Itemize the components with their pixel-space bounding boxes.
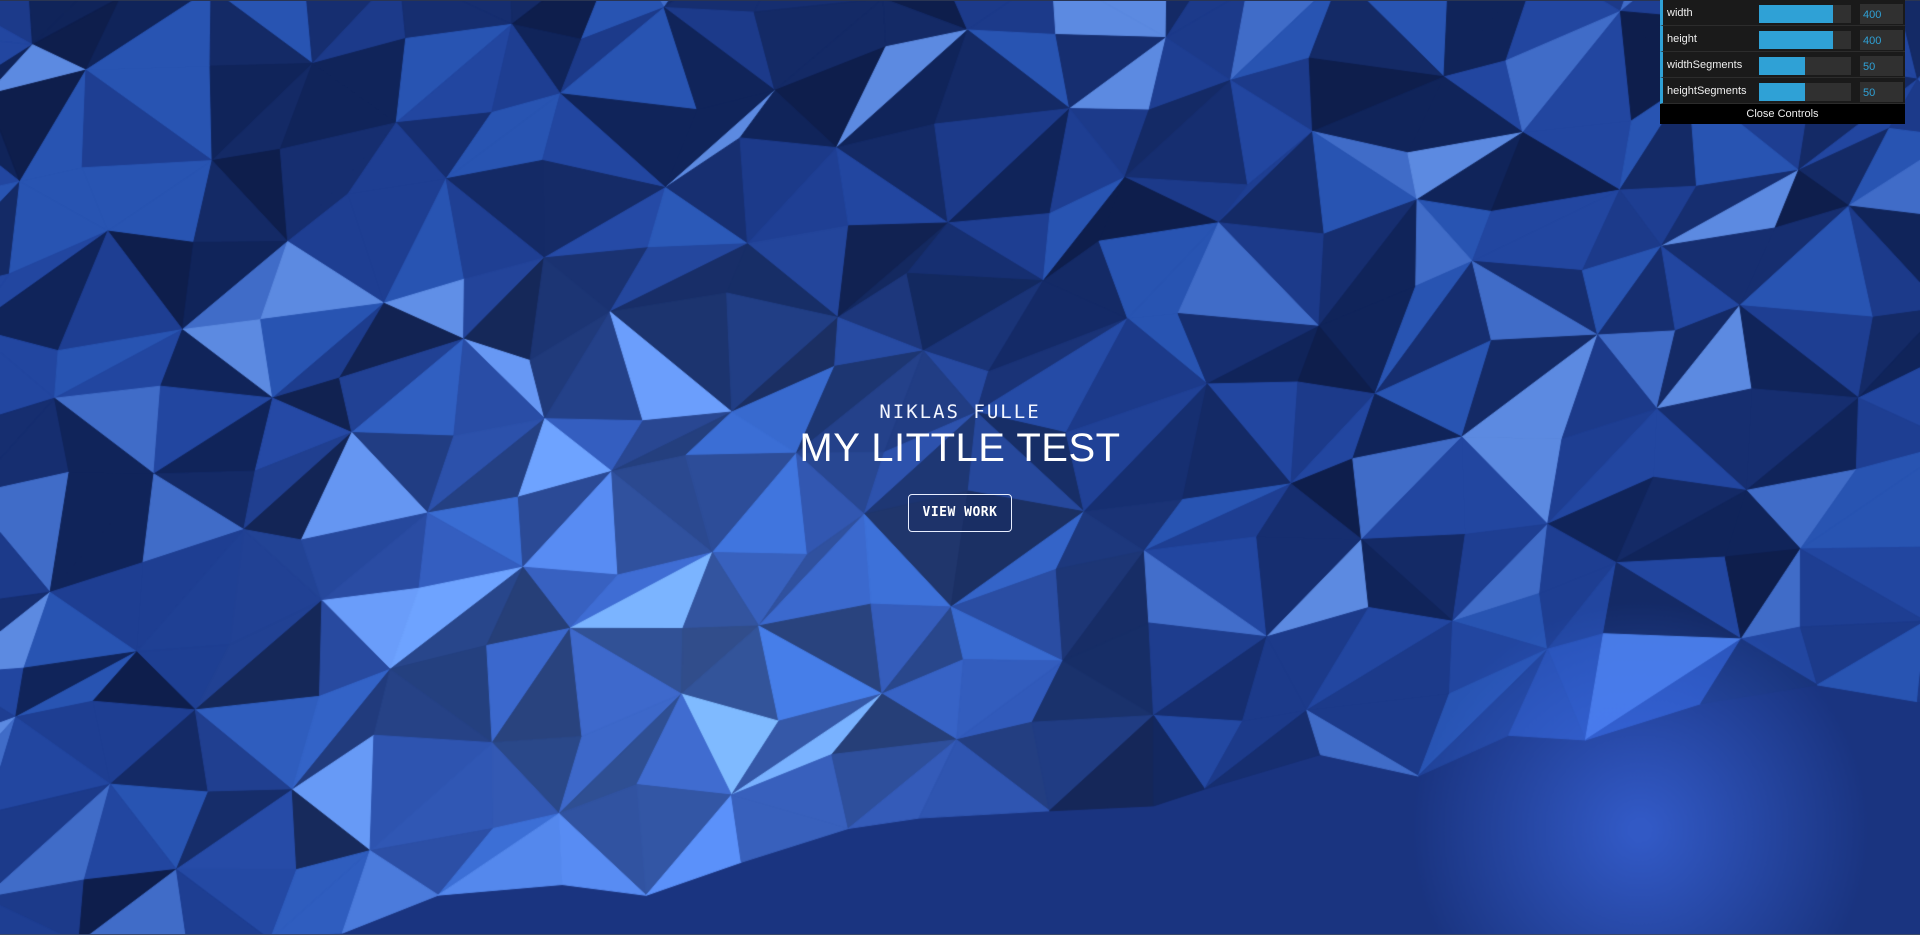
hero-title: MY LITTLE TEST [799,426,1121,470]
control-label: heightSegments [1667,84,1747,97]
controls-panel: width 400 height 400 widthSegments 50 he… [1660,0,1905,124]
control-row-width-segments: widthSegments 50 [1660,52,1905,78]
slider-fill [1759,5,1833,23]
control-row-height: height 400 [1660,26,1905,52]
slider-fill [1759,31,1833,49]
slider-fill [1759,83,1805,101]
slider-fill [1759,57,1805,75]
close-controls-button[interactable]: Close Controls [1660,104,1905,124]
control-row-height-segments: heightSegments 50 [1660,78,1905,104]
control-row-width: width 400 [1660,0,1905,26]
height-segments-value-input[interactable]: 50 [1860,82,1903,102]
height-slider[interactable] [1759,31,1851,49]
height-value-input[interactable]: 400 [1860,30,1903,50]
width-segments-slider[interactable] [1759,57,1851,75]
hero-section: NIKLAS FULLE MY LITTLE TEST VIEW WORK [0,398,1920,532]
width-value-input[interactable]: 400 [1860,4,1903,24]
height-segments-slider[interactable] [1759,83,1851,101]
width-segments-value-input[interactable]: 50 [1860,56,1903,76]
control-label: width [1667,6,1693,19]
hero-subtitle: NIKLAS FULLE [879,401,1041,423]
control-label: widthSegments [1667,58,1743,71]
width-slider[interactable] [1759,5,1851,23]
view-work-button[interactable]: VIEW WORK [907,494,1013,532]
control-label: height [1667,32,1697,45]
